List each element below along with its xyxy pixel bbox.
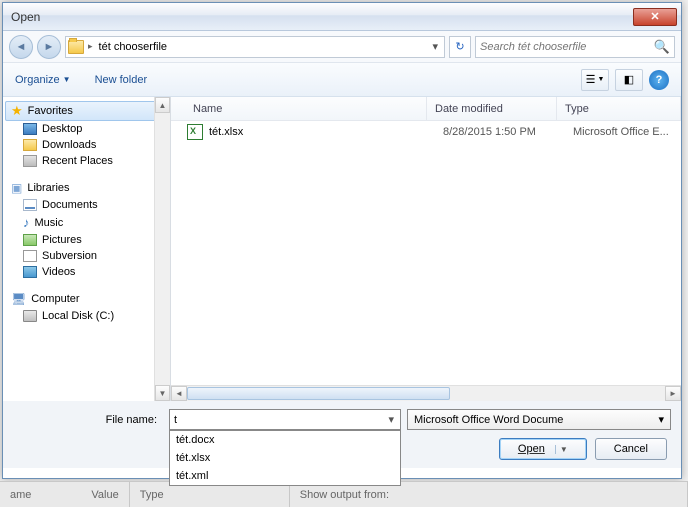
nav-row: ◄ ► ▸ tét chooserfile ▾ ↻ 🔍 <box>3 31 681 63</box>
filename-row: File name: ▾ tét.docx tét.xlsx tét.xml M… <box>13 409 671 430</box>
cancel-button[interactable]: Cancel <box>595 438 667 460</box>
organize-button[interactable]: Organize ▼ <box>15 74 71 86</box>
titlebar: Open ✕ <box>3 3 681 31</box>
libraries-group: ▣Libraries Documents ♪Music Pictures Sub… <box>5 179 168 280</box>
address-dropdown[interactable]: ▾ <box>428 40 442 53</box>
filename-label: File name: <box>13 414 163 426</box>
sidebar-item-localdisk[interactable]: Local Disk (C:) <box>5 308 168 324</box>
sidebar-item-videos[interactable]: Videos <box>5 264 168 280</box>
help-icon: ? <box>656 74 663 86</box>
horizontal-scrollbar[interactable]: ◄ ► <box>171 385 681 401</box>
videos-icon <box>23 266 37 278</box>
scroll-right-icon[interactable]: ► <box>665 386 681 401</box>
help-button[interactable]: ? <box>649 70 669 90</box>
file-date-cell: 8/28/2015 1:50 PM <box>435 126 565 138</box>
refresh-button[interactable]: ↻ <box>449 36 471 58</box>
folder-icon <box>68 40 84 54</box>
chevron-right-icon: ▸ <box>88 41 93 52</box>
desktop-icon <box>23 123 37 135</box>
computer-icon: 🖥 <box>11 292 26 306</box>
open-dialog: Open ✕ ◄ ► ▸ tét chooserfile ▾ ↻ 🔍 Organ… <box>2 2 682 479</box>
back-icon: ◄ <box>16 41 27 53</box>
sidebar-scrollbar[interactable]: ▲ ▼ <box>154 97 170 401</box>
preview-icon: ◧ <box>624 73 634 86</box>
sidebar-item-desktop[interactable]: Desktop <box>5 121 168 137</box>
recent-icon <box>23 155 37 167</box>
pictures-icon <box>23 234 37 246</box>
autocomplete-item[interactable]: tét.xml <box>170 467 400 485</box>
music-icon: ♪ <box>23 215 30 230</box>
autocomplete-item[interactable]: tét.docx <box>170 431 400 449</box>
search-input[interactable] <box>480 41 654 53</box>
back-button[interactable]: ◄ <box>9 35 33 59</box>
xlsx-icon <box>187 124 203 140</box>
scroll-thumb[interactable] <box>187 387 450 400</box>
computer-group: 🖥Computer Local Disk (C:) <box>5 290 168 324</box>
favorites-group: ★ Favorites Desktop Downloads Recent Pla… <box>5 101 168 169</box>
scroll-left-icon[interactable]: ◄ <box>171 386 187 401</box>
search-box[interactable]: 🔍 <box>475 36 675 58</box>
filename-input[interactable] <box>174 414 386 426</box>
autocomplete-item[interactable]: tét.xlsx <box>170 449 400 467</box>
open-split-dropdown[interactable]: ▼ <box>555 445 568 454</box>
refresh-icon: ↻ <box>455 40 464 53</box>
close-icon: ✕ <box>650 10 659 23</box>
star-icon: ★ <box>11 103 23 119</box>
scroll-track[interactable] <box>187 386 665 401</box>
documents-icon <box>23 199 37 211</box>
file-type-cell: Microsoft Office E... <box>565 126 681 138</box>
sidebar-favorites[interactable]: ★ Favorites <box>5 101 168 121</box>
breadcrumb[interactable]: tét chooserfile <box>97 41 169 53</box>
file-name-cell: tét.xlsx <box>179 124 435 140</box>
view-icon: ☰ <box>586 73 596 86</box>
sidebar-item-documents[interactable]: Documents <box>5 197 168 213</box>
file-row[interactable]: tét.xlsx 8/28/2015 1:50 PM Microsoft Off… <box>171 121 681 143</box>
nav-tree: ★ Favorites Desktop Downloads Recent Pla… <box>3 97 170 338</box>
toolbar-right: ☰▼ ◧ ? <box>581 69 669 91</box>
sidebar-item-pictures[interactable]: Pictures <box>5 232 168 248</box>
chevron-down-icon: ▼ <box>63 75 71 84</box>
column-date[interactable]: Date modified <box>427 97 557 120</box>
forward-button[interactable]: ► <box>37 35 61 59</box>
close-button[interactable]: ✕ <box>633 8 677 26</box>
sidebar-item-recent[interactable]: Recent Places <box>5 153 168 169</box>
scroll-down-icon[interactable]: ▼ <box>155 385 170 401</box>
chevron-down-icon: ▾ <box>658 413 664 426</box>
column-name[interactable]: Name <box>171 97 427 120</box>
sidebar-computer[interactable]: 🖥Computer <box>5 290 168 308</box>
panel-locals[interactable]: ameValue <box>0 482 130 507</box>
search-icon[interactable]: 🔍 <box>654 39 670 55</box>
address-bar[interactable]: ▸ tét chooserfile ▾ <box>65 36 445 58</box>
sidebar-item-downloads[interactable]: Downloads <box>5 137 168 153</box>
subversion-icon <box>23 250 37 262</box>
sidebar-item-music[interactable]: ♪Music <box>5 213 168 232</box>
new-folder-button[interactable]: New folder <box>95 74 148 86</box>
downloads-icon <box>23 139 37 151</box>
dialog-body: ★ Favorites Desktop Downloads Recent Pla… <box>3 97 681 401</box>
filename-combo[interactable]: ▾ tét.docx tét.xlsx tét.xml <box>169 409 401 430</box>
filetype-filter[interactable]: Microsoft Office Word Docume ▾ <box>407 409 671 430</box>
toolbar: Organize ▼ New folder ☰▼ ◧ ? <box>3 63 681 97</box>
dialog-footer: File name: ▾ tét.docx tét.xlsx tét.xml M… <box>3 401 681 468</box>
libraries-icon: ▣ <box>11 181 22 195</box>
disk-icon <box>23 310 37 322</box>
open-button[interactable]: Open ▼ <box>499 438 587 460</box>
filename-dropdown[interactable]: ▾ <box>386 413 396 426</box>
sidebar-item-subversion[interactable]: Subversion <box>5 248 168 264</box>
preview-button[interactable]: ◧ <box>615 69 643 91</box>
chevron-down-icon: ▼ <box>597 76 604 83</box>
sidebar: ★ Favorites Desktop Downloads Recent Pla… <box>3 97 171 401</box>
column-type[interactable]: Type <box>557 97 681 120</box>
scroll-up-icon[interactable]: ▲ <box>155 97 170 113</box>
file-list: Name Date modified Type tét.xlsx 8/28/20… <box>171 97 681 401</box>
dialog-title: Open <box>11 10 633 24</box>
forward-icon: ► <box>44 41 55 53</box>
sidebar-libraries[interactable]: ▣Libraries <box>5 179 168 197</box>
column-headers: Name Date modified Type <box>171 97 681 121</box>
view-button[interactable]: ☰▼ <box>581 69 609 91</box>
autocomplete-list: tét.docx tét.xlsx tét.xml <box>169 430 401 486</box>
